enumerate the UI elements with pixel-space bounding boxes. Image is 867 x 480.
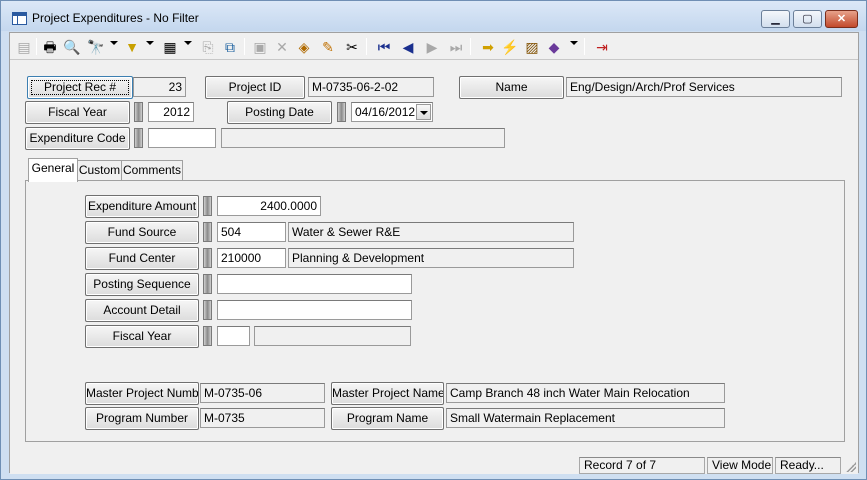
- filter-icon[interactable]: ▼: [122, 37, 142, 57]
- status-bar: Record 7 of 7 View Mode Ready...: [10, 457, 858, 474]
- field-marker-icon: [203, 300, 212, 320]
- program-number-field: M-0735: [200, 408, 325, 428]
- fund-center-code-field[interactable]: 210000: [217, 248, 286, 268]
- save-icon[interactable]: ▣: [250, 37, 270, 57]
- tab-general[interactable]: General: [28, 158, 78, 182]
- master-project-number-field: M-0735-06: [200, 383, 325, 403]
- fund-center-desc-field: Planning & Development: [288, 248, 574, 268]
- field-marker-icon: [203, 196, 212, 216]
- field-marker-icon: [134, 102, 143, 122]
- expenditure-code-label-button[interactable]: Expenditure Code: [25, 127, 130, 150]
- expenditure-amount-label-button[interactable]: Expenditure Amount: [85, 195, 199, 218]
- close-button[interactable]: ✕: [825, 10, 858, 28]
- fund-source-code-field[interactable]: 504: [217, 222, 286, 242]
- print-preview-icon[interactable]: 🔍: [62, 37, 82, 57]
- account-detail-field[interactable]: [217, 300, 412, 320]
- resize-grip-icon[interactable]: [846, 462, 856, 472]
- tab-custom[interactable]: Custom: [77, 160, 122, 181]
- exit-icon[interactable]: ⇥: [592, 37, 612, 57]
- delete-icon[interactable]: ✕: [272, 37, 292, 57]
- posting-date-field[interactable]: 04/16/2012: [351, 102, 433, 122]
- minimize-button[interactable]: ▁: [761, 10, 790, 28]
- posting-sequence-label-button[interactable]: Posting Sequence: [85, 273, 199, 296]
- program-name-label-button[interactable]: Program Name: [331, 407, 444, 430]
- table-icon: [12, 12, 27, 25]
- field-marker-icon: [203, 222, 212, 242]
- fund-source-label-button[interactable]: Fund Source: [85, 221, 199, 244]
- print-icon[interactable]: 🖶: [40, 37, 60, 57]
- book-dropdown-icon[interactable]: [570, 41, 578, 45]
- name-label-button[interactable]: Name: [459, 76, 564, 99]
- posting-date-value: 04/16/2012: [355, 105, 416, 119]
- expenditure-code-desc-field: [221, 128, 505, 148]
- fund-source-desc-field: Water & Sewer R&E: [288, 222, 574, 242]
- posting-date-label-button[interactable]: Posting Date: [227, 101, 332, 124]
- master-project-number-label-button[interactable]: Master Project Number: [85, 382, 199, 405]
- program-name-field: Small Watermain Replacement: [446, 408, 725, 428]
- previous-record-icon[interactable]: ◀: [398, 37, 418, 57]
- field-marker-icon: [203, 274, 212, 294]
- project-rec-field: 23: [133, 77, 186, 97]
- find-dropdown-icon[interactable]: [110, 41, 118, 45]
- next-record-icon[interactable]: ▶: [422, 37, 442, 57]
- fiscal-year-desc-field: [254, 326, 411, 346]
- fiscal-year-label-button[interactable]: Fiscal Year: [25, 101, 130, 124]
- cut-icon[interactable]: ✂: [342, 37, 362, 57]
- project-rec-label-button[interactable]: Project Rec #: [27, 76, 133, 99]
- status-mode: View Mode: [707, 457, 773, 474]
- fund-center-label-button[interactable]: Fund Center: [85, 247, 199, 270]
- account-detail-label-button[interactable]: Account Detail: [85, 299, 199, 322]
- find-icon[interactable]: 🔭: [86, 37, 106, 57]
- last-record-icon[interactable]: ⏭: [446, 37, 466, 57]
- maximize-button[interactable]: ▢: [793, 10, 822, 28]
- run-icon[interactable]: ⚡: [500, 37, 520, 57]
- form-client-area: ▤ 🖶 🔍 🔭 ▼ ▦ ⎘ ⧉ ▣ ✕ ◈ ✎ ✂ ⏮ ◀ ▶ ⏭ ➡ ⚡ ▨ …: [9, 32, 859, 474]
- program-number-label-button[interactable]: Program Number: [85, 407, 199, 430]
- field-marker-icon: [203, 326, 212, 346]
- first-record-icon[interactable]: ⏮: [374, 37, 394, 57]
- fiscal-year-tab-field[interactable]: [217, 326, 250, 346]
- edit-icon[interactable]: ✎: [318, 37, 338, 57]
- project-id-label-button[interactable]: Project ID: [205, 76, 305, 99]
- chevron-down-icon[interactable]: [416, 104, 431, 120]
- undo-icon[interactable]: ◈: [294, 37, 314, 57]
- master-project-name-field: Camp Branch 48 inch Water Main Relocatio…: [446, 383, 725, 403]
- view-icon[interactable]: ▦: [160, 37, 180, 57]
- field-marker-icon: [134, 128, 143, 148]
- fiscal-year-field[interactable]: 2012: [148, 102, 194, 122]
- general-tab-panel: Expenditure Amount 2400.0000 Fund Source…: [25, 180, 845, 442]
- posting-sequence-field[interactable]: [217, 274, 412, 294]
- name-field: Eng/Design/Arch/Prof Services: [566, 77, 842, 97]
- filter-dropdown-icon[interactable]: [146, 41, 154, 45]
- go-to-icon[interactable]: ➡: [478, 37, 498, 57]
- expenditure-code-field[interactable]: [148, 128, 216, 148]
- book-icon[interactable]: ◆: [544, 37, 564, 57]
- toolbar: ▤ 🖶 🔍 🔭 ▼ ▦ ⎘ ⧉ ▣ ✕ ◈ ✎ ✂ ⏮ ◀ ▶ ⏭ ➡ ⚡ ▨ …: [10, 33, 858, 60]
- expenditure-amount-field[interactable]: 2400.0000: [217, 196, 321, 216]
- title-bar: Project Expenditures - No Filter ▁ ▢ ✕: [1, 1, 866, 31]
- tab-comments[interactable]: Comments: [121, 160, 183, 181]
- field-marker-icon: [337, 102, 346, 122]
- window-title: Project Expenditures - No Filter: [32, 11, 199, 25]
- field-marker-icon: [203, 248, 212, 268]
- status-state: Ready...: [775, 457, 841, 474]
- master-project-name-label-button[interactable]: Master Project Name: [331, 382, 444, 405]
- view-dropdown-icon[interactable]: [184, 41, 192, 45]
- project-id-field: M-0735-06-2-02: [308, 77, 434, 97]
- report-icon[interactable]: ▨: [522, 37, 542, 57]
- export-icon[interactable]: ⧉: [220, 37, 240, 57]
- fiscal-year-tab-label-button[interactable]: Fiscal Year: [85, 325, 199, 348]
- app-window: Project Expenditures - No Filter ▁ ▢ ✕ ▤…: [0, 0, 867, 480]
- new-record-icon[interactable]: ▤: [14, 37, 34, 57]
- copy-icon[interactable]: ⎘: [198, 37, 218, 57]
- status-record: Record 7 of 7: [579, 457, 705, 474]
